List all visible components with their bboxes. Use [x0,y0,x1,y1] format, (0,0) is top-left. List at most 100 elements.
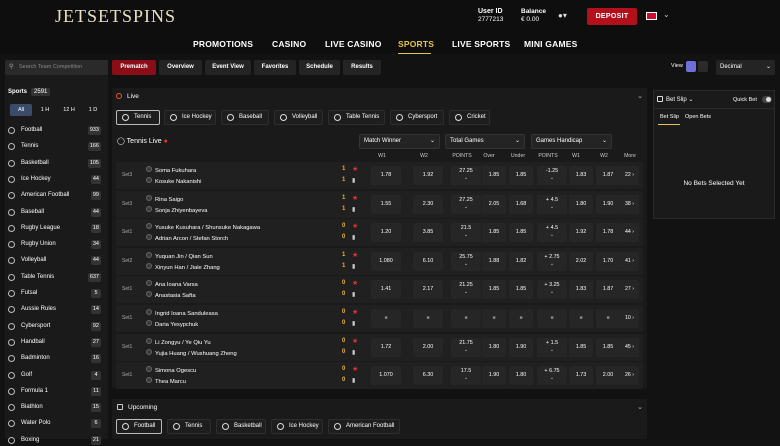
odds-button[interactable]: 1.80 [509,366,533,386]
sidebar-item-basketball[interactable]: Basketball 105 [8,157,101,169]
sidebar-item-boxing[interactable]: Boxing 21 [8,434,101,446]
favorite-star-icon[interactable]: ★ [352,365,358,373]
stats-icon[interactable]: ▮ [352,320,355,327]
sidebar-item-biathlon[interactable]: Biathlon 15 [8,401,101,413]
match-row[interactable]: Set1 Ingrid Ioana Sanduleasa Daria Yesypch… [116,305,643,332]
favorite-star-icon[interactable]: ★ [352,308,358,316]
stats-icon[interactable]: ▮ [352,291,355,298]
stats-icon[interactable]: ▮ [352,206,355,213]
match-row[interactable]: Set1 Yusuke Kusuhara / Shunsuke Nakagawa A… [116,219,643,247]
list-view-icon[interactable] [686,61,696,72]
stats-icon[interactable]: ▮ [352,377,355,384]
bet-slip-tab[interactable]: Bet Slip [660,114,679,120]
stats-icon[interactable]: ▮ [352,234,355,241]
sidebar-item-football[interactable]: Football 933 [8,124,101,136]
sidebar-item-futsal[interactable]: Futsal 5 [8,287,101,299]
odds-button[interactable]: 6.30 [413,366,443,386]
tab-overview[interactable]: Overview [159,60,202,75]
odds-button[interactable]: 2.30 [413,194,443,214]
odds-button[interactable]: 1.80 [569,194,593,214]
open-bets-tab[interactable]: Open Bets [685,114,711,120]
odds-button[interactable]: 1.41 [371,280,401,300]
favorite-star-icon[interactable]: ★ [352,222,358,230]
site-logo[interactable]: JETSETSPINS [55,6,176,27]
live-tab-cricket[interactable]: Cricket [449,110,490,125]
time-filter-all[interactable]: All [10,104,32,116]
sidebar-item-volleyball[interactable]: Volleyball 44 [8,254,101,266]
tab-favorites[interactable]: Favorites [254,60,296,75]
market-select-match-winner[interactable]: Match Winner ⌄ [359,134,440,149]
odds-button[interactable]: 1.80 [482,337,506,357]
odds-button[interactable]: 1.55 [371,194,401,214]
uk-flag-icon[interactable] [646,12,657,20]
quick-bet-toggle[interactable] [762,96,772,103]
time-filter-1h[interactable]: 1 H [34,104,56,116]
more-markets-button[interactable]: 44 › [620,223,639,243]
nav-live-sports[interactable]: LIVE SPORTS [452,39,510,49]
nav-live-casino[interactable]: LIVE CASINO [325,39,382,49]
bet-slip-title[interactable]: Bet Slip ⌄ [657,96,693,103]
match-row[interactable]: Set1 Ana Ioana Varsa Anastasia Safta 0 0 ★ ▮ 1.… [116,276,643,304]
collapse-icon[interactable]: ⌄ [637,403,643,411]
live-tab-volleyball[interactable]: Volleyball [274,110,323,125]
more-markets-button[interactable]: 22 › [620,166,639,185]
sidebar-item-tennis[interactable]: Tennis 166 [8,140,101,152]
upcoming-tab-american-football[interactable]: American Football [328,419,400,434]
stats-icon[interactable]: ▮ [352,263,355,270]
live-tab-cybersport[interactable]: Cybersport [390,110,444,125]
live-tab-table-tennis[interactable]: Table Tennis [328,110,385,125]
favorite-star-icon[interactable]: ★ [352,165,358,173]
odds-button[interactable]: 1.87 [596,280,620,300]
odds-button[interactable]: 6.10 [413,251,443,271]
search-input[interactable]: ⚲ Search Team Competition [5,60,108,75]
odds-button[interactable]: 1.85 [509,280,533,300]
odds-button[interactable]: 1.78 [371,166,401,185]
odds-button[interactable]: 1.90 [482,366,506,386]
odds-button[interactable]: 1.85 [509,166,533,185]
odds-button[interactable]: 1.78 [596,223,620,243]
odds-button[interactable]: 1.82 [509,251,533,271]
more-markets-button[interactable]: 41 › [620,251,639,271]
odds-button[interactable]: 1.88 [482,251,506,271]
nav-mini-games[interactable]: MINI GAMES [524,39,577,49]
odds-button[interactable]: 1.85 [569,337,593,357]
odds-button[interactable]: 1.70 [596,251,620,271]
more-markets-button[interactable]: 27 › [620,280,639,300]
odds-button[interactable]: 1.85 [596,337,620,357]
odds-button[interactable]: 1.83 [569,280,593,300]
sidebar-item-cybersport[interactable]: Cybersport 92 [8,320,101,332]
more-markets-button[interactable]: 10 › [620,309,639,328]
match-row[interactable]: Set3 Soma Fukuhara Kosuke Nakanishi 1 1 ★ ▮ 1.7… [116,162,643,189]
sidebar-item-badminton[interactable]: Badminton 16 [8,352,101,364]
collapse-icon[interactable]: ⌄ [637,92,643,100]
odds-button[interactable]: 1.85 [482,280,506,300]
tab-event-view[interactable]: Event View [205,60,251,75]
nav-sports[interactable]: SPORTS [398,39,434,49]
odds-button[interactable]: 1.92 [413,166,443,185]
favorite-star-icon[interactable]: ★ [352,194,358,202]
deposit-button[interactable]: DEPOSIT [587,8,637,25]
market-select-total-games[interactable]: Total Games ⌄ [445,134,525,149]
live-tab-tennis[interactable]: Tennis [116,110,160,125]
time-filter-1d[interactable]: 1 D [82,104,104,116]
odds-button[interactable]: 1.20 [371,223,401,243]
live-tab-baseball[interactable]: Baseball [221,110,269,125]
odds-button[interactable]: 2.05 [482,194,506,214]
odds-button[interactable]: 1.85 [482,223,506,243]
sidebar-item-baseball[interactable]: Baseball 44 [8,206,101,218]
match-row[interactable]: Set1 Simona Ogescu Thea Marcu 0 0 ★ ▮ 1.070 6.30… [116,362,643,390]
upcoming-tab-ice-hockey[interactable]: Ice Hockey [271,419,323,434]
odds-button[interactable]: 1.68 [509,194,533,214]
odds-button[interactable]: 1.72 [371,337,401,357]
match-row[interactable]: Set1 Li Zongyu / Ye Qiu Yu Yujia Huang / W… [116,333,643,361]
odds-button[interactable]: 1.070 [371,366,401,386]
odds-button[interactable]: 1.92 [569,223,593,243]
sidebar-item-rugby-union[interactable]: Rugby Union 34 [8,238,101,250]
sidebar-item-water-polo[interactable]: Water Polo 6 [8,417,101,429]
sidebar-item-rugby-league[interactable]: Rugby League 18 [8,222,101,234]
favorite-star-icon[interactable]: ★ [352,251,358,259]
more-markets-button[interactable]: 26 › [620,366,639,386]
odds-button[interactable]: 1.080 [371,251,401,271]
sidebar-item-golf[interactable]: Golf 4 [8,369,101,381]
odds-button[interactable]: 2.00 [596,366,620,386]
